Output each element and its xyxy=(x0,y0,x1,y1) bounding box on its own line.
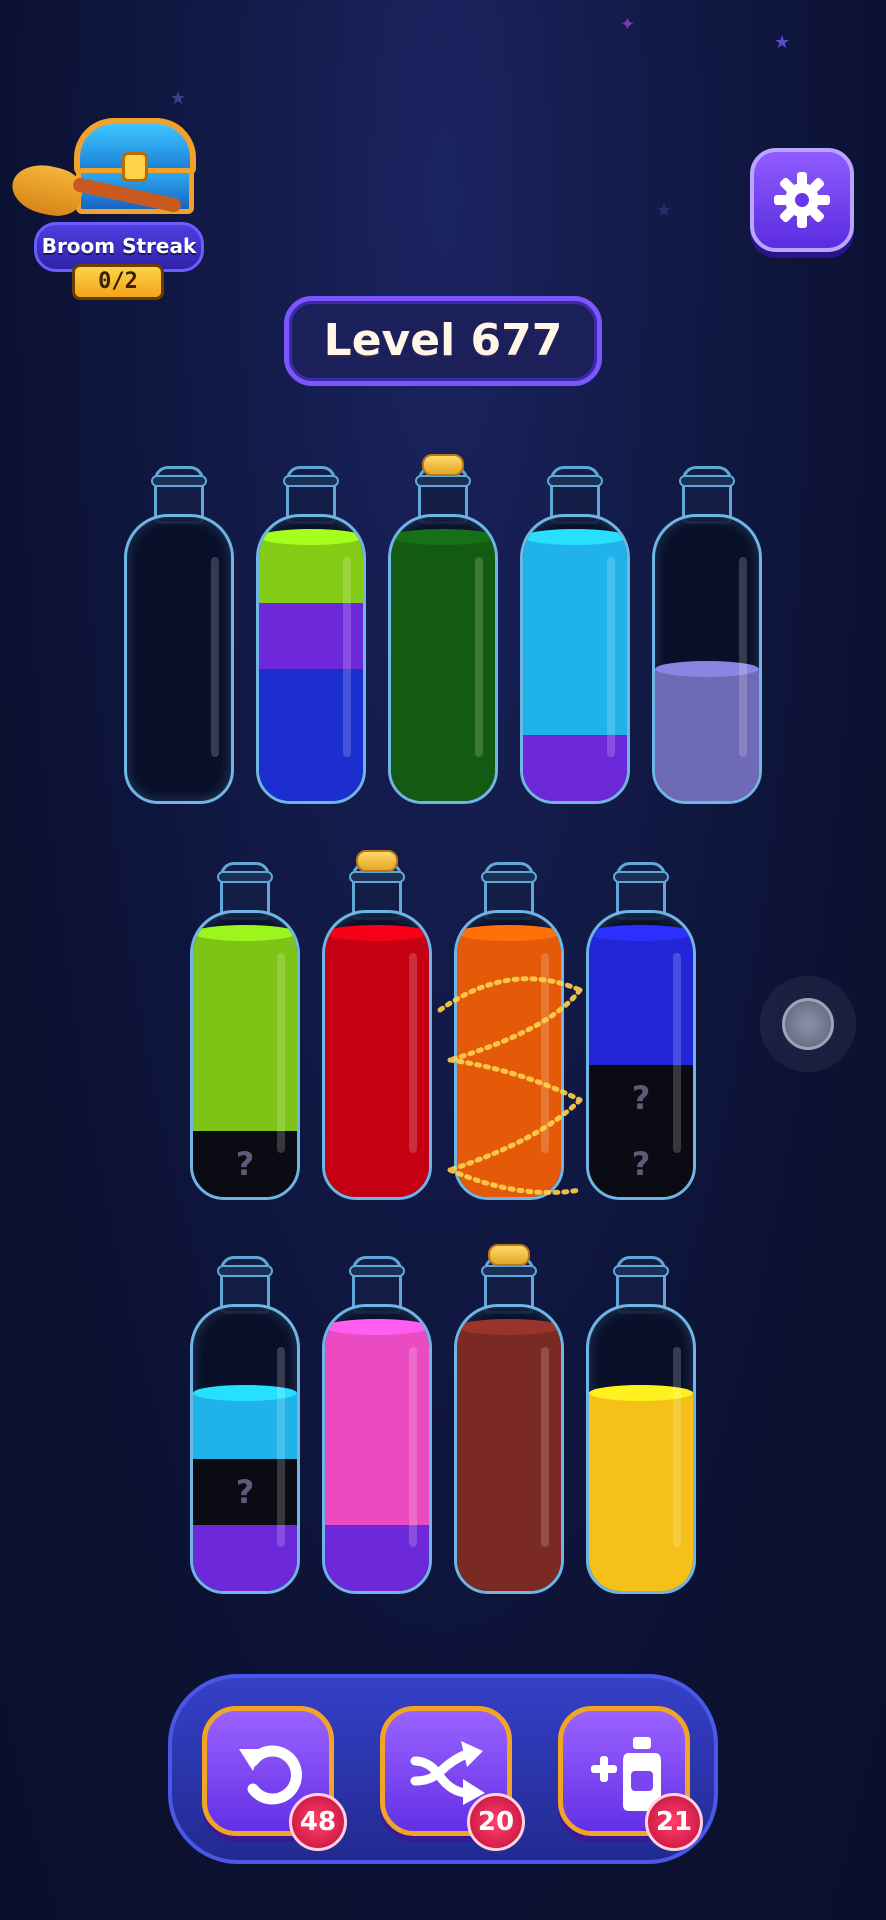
star-icon: ★ xyxy=(656,200,673,221)
star-icon: ★ xyxy=(170,88,187,109)
bottle-glass xyxy=(124,514,234,804)
bottle[interactable]: ? xyxy=(190,862,300,1202)
bottle[interactable] xyxy=(322,850,432,1202)
booster-toolbar: 48 20 21 xyxy=(168,1674,718,1864)
bottle-glass xyxy=(652,514,762,804)
bottle[interactable] xyxy=(322,1256,432,1596)
broom-streak-count: 0/2 xyxy=(72,264,164,300)
bottle-glass xyxy=(256,514,366,804)
bottle[interactable] xyxy=(586,1256,696,1596)
bottle[interactable] xyxy=(256,466,366,806)
cork-icon xyxy=(488,1244,530,1266)
add-bottle-count-badge: 21 xyxy=(645,1793,703,1851)
cork-icon xyxy=(356,850,398,872)
gear-icon xyxy=(774,172,830,228)
bottle[interactable] xyxy=(454,1244,564,1596)
bottle[interactable]: ? xyxy=(190,1256,300,1596)
bottle[interactable]: ?? xyxy=(586,862,696,1202)
bottle[interactable] xyxy=(652,466,762,806)
bottle-glass xyxy=(586,1304,696,1594)
shuffle-count-badge: 20 xyxy=(467,1793,525,1851)
bottle-glass: ?? xyxy=(586,910,696,1200)
bottle-glass: ? xyxy=(190,1304,300,1594)
bottle-glass xyxy=(388,514,498,804)
bottle-glass xyxy=(520,514,630,804)
bottle[interactable] xyxy=(520,466,630,806)
bottle-glass: ? xyxy=(190,910,300,1200)
undo-count-badge: 48 xyxy=(289,1793,347,1851)
shuffle-button[interactable]: 20 xyxy=(380,1706,525,1851)
bottle[interactable] xyxy=(454,862,564,1202)
bottle[interactable] xyxy=(388,454,498,806)
settings-button[interactable] xyxy=(750,148,854,252)
undo-button[interactable]: 48 xyxy=(202,1706,347,1851)
bottle-glass xyxy=(454,910,564,1200)
bottle[interactable] xyxy=(124,466,234,806)
level-title: Level 677 xyxy=(284,296,602,386)
star-icon: ✦ xyxy=(620,14,636,35)
cork-icon xyxy=(422,454,464,476)
broom-streak-widget[interactable]: Broom Streak 0/2 xyxy=(7,118,208,300)
add-bottle-button[interactable]: 21 xyxy=(558,1706,703,1851)
star-icon: ★ xyxy=(774,32,791,53)
bottle-glass xyxy=(322,910,432,1200)
bottle-glass xyxy=(454,1304,564,1594)
floating-assist-button[interactable] xyxy=(760,976,856,1072)
bottle-glass xyxy=(322,1304,432,1594)
